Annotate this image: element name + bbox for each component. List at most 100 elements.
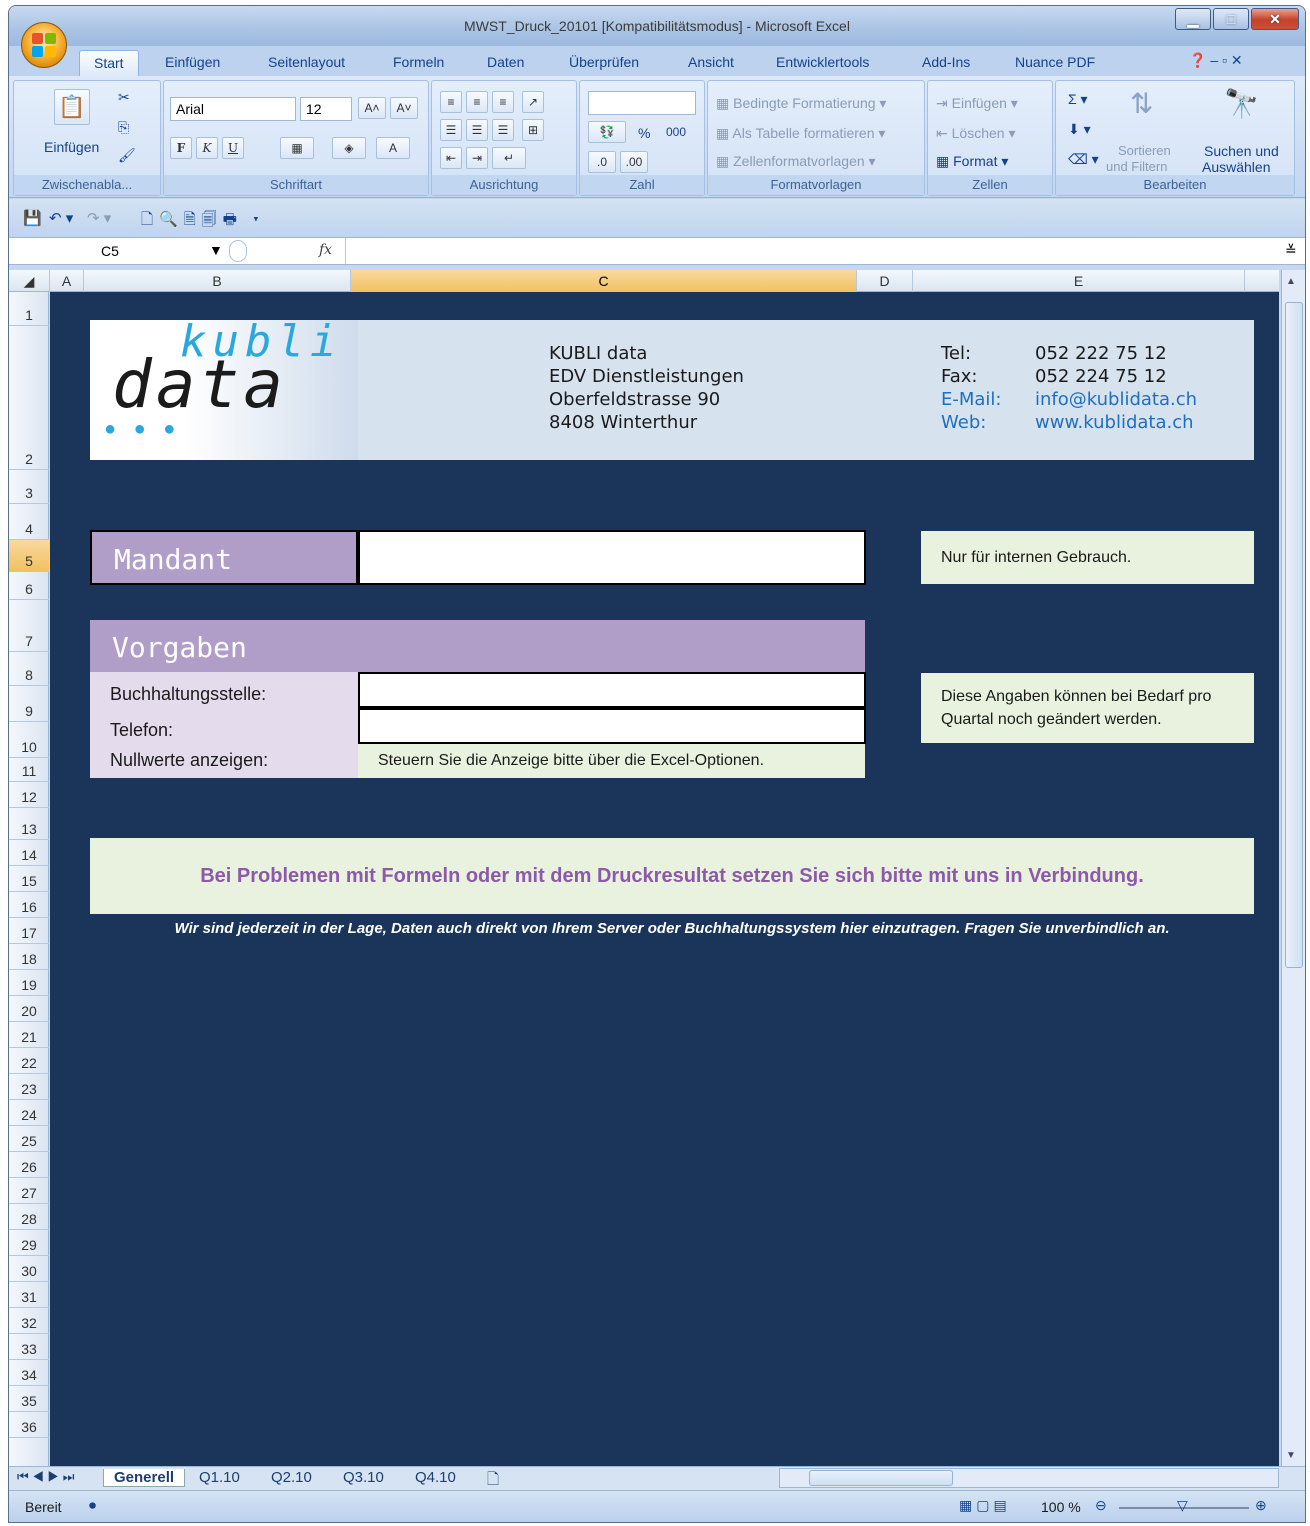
sheet-nav-icons[interactable]: ⏮ ◀ ▶ ⏭ [17,1469,74,1485]
row-header[interactable]: 25 [9,1126,49,1152]
row-header[interactable]: 18 [9,944,49,970]
decrease-decimal-icon[interactable]: .00 [620,151,648,173]
row-header[interactable]: 35 [9,1386,49,1412]
sort-filter-icon[interactable]: ⇅ [1130,87,1153,120]
horizontal-scroll-thumb[interactable] [809,1470,953,1486]
row-header[interactable]: 26 [9,1152,49,1178]
align-center-icon[interactable]: ☰ [466,119,488,141]
row-header[interactable]: 16 [9,892,49,918]
save-icon[interactable]: 💾 [23,209,42,227]
vertical-scrollbar[interactable]: ▲ ▼ [1281,270,1305,1466]
thousands-button[interactable]: 000 [666,125,686,139]
scroll-thumb[interactable] [1285,302,1303,968]
sort-filter-label2[interactable]: und Filtern [1106,159,1167,174]
row-header[interactable]: 27 [9,1178,49,1204]
row-header[interactable]: 36 [9,1412,49,1438]
scroll-up-icon[interactable]: ▲ [1286,276,1296,287]
row-header[interactable]: 10 [9,722,49,758]
row-header[interactable]: 13 [9,808,49,840]
view-buttons[interactable]: ▦▢▤ [959,1497,1011,1514]
row-header[interactable]: 30 [9,1256,49,1282]
row-header[interactable]: 5 [9,540,49,572]
tab-formeln[interactable]: Formeln [393,54,444,70]
tab-start[interactable]: Start [79,50,139,78]
row-header[interactable]: 4 [9,504,49,540]
row-header[interactable]: 19 [9,970,49,996]
web-link[interactable]: www.kublidata.ch [1035,411,1197,434]
fill-icon[interactable]: ⬇ ▾ [1068,121,1091,138]
row-header[interactable]: 34 [9,1360,49,1386]
row-header[interactable]: 6 [9,572,49,600]
border-icon[interactable]: ▦ [280,137,314,159]
row-header[interactable]: 24 [9,1100,49,1126]
tab-seitenlayout[interactable]: Seitenlayout [268,54,345,70]
cell-styles-button[interactable]: ▦ Zellenformatvorlagen ▾ [716,153,876,170]
mandant-input[interactable] [358,530,866,585]
tab-nuance-pdf[interactable]: Nuance PDF [1015,54,1095,70]
paste-button[interactable]: Einfügen [44,139,99,155]
align-left-icon[interactable]: ☰ [440,119,462,141]
paste-icon[interactable]: 📋 [54,89,90,125]
decrease-indent-icon[interactable]: ⇤ [440,147,462,169]
row-header[interactable]: 22 [9,1048,49,1074]
sheet-tab-q1[interactable]: Q1.10 [199,1469,240,1486]
number-format-select[interactable] [588,91,696,115]
format-as-table-button[interactable]: ▦ Als Tabelle formatieren ▾ [716,125,885,142]
worksheet[interactable]: kubli data ● ● ● KUBLI data EDV Dienstle… [50,292,1279,1466]
row-header[interactable]: 29 [9,1230,49,1256]
help-icon[interactable]: ❓ – ▫ ✕ [1189,52,1243,69]
telefon-input[interactable] [358,708,866,744]
row-header[interactable]: 15 [9,866,49,892]
redo-icon[interactable]: ↷ ▾ [87,209,111,227]
find-select-label2[interactable]: Auswählen [1202,159,1271,175]
find-icon[interactable]: 🔭 [1224,87,1259,120]
italic-button[interactable]: K [196,137,218,159]
row-header[interactable]: 1 [9,292,49,326]
insert-cells-button[interactable]: ⇥ Einfügen ▾ [936,95,1018,112]
close-button[interactable]: ✕ [1251,8,1299,30]
select-all-corner[interactable]: ◢ [9,270,50,292]
row-header[interactable]: 3 [9,470,49,504]
zoom-slider-handle-icon[interactable]: ▽ [1177,1497,1188,1514]
bold-button[interactable]: F [170,137,192,159]
conditional-formatting-button[interactable]: ▦ Bedingte Formatierung ▾ [716,95,886,112]
delete-cells-button[interactable]: ⇤ Löschen ▾ [936,125,1015,142]
maximize-button[interactable]: □ [1213,8,1249,30]
shrink-font-icon[interactable]: A˅ [390,97,418,119]
row-header[interactable]: 31 [9,1282,49,1308]
sheet-tab-q3[interactable]: Q3.10 [343,1469,384,1486]
align-right-icon[interactable]: ☰ [492,119,514,141]
row-header[interactable]: 7 [9,600,49,652]
row-header[interactable]: 20 [9,996,49,1022]
copy-icon[interactable]: ⎘ [118,119,129,136]
tab-daten[interactable]: Daten [487,54,524,70]
row-header[interactable]: 17 [9,918,49,944]
row-header[interactable]: 14 [9,840,49,866]
sheet-tab-q2[interactable]: Q2.10 [271,1469,312,1486]
font-size-select[interactable]: 12 [300,97,352,121]
minimize-button[interactable]: ▁ [1175,8,1211,30]
namebox-dropdown-icon[interactable]: ▼ [209,242,223,258]
function-icon[interactable]: fx [319,242,332,258]
row-header[interactable]: 11 [9,758,49,782]
autosum-icon[interactable]: Σ ▾ [1068,91,1088,108]
tab-addins[interactable]: Add-Ins [922,54,970,70]
fill-color-icon[interactable]: ◈ [332,137,366,159]
row-header[interactable]: 23 [9,1074,49,1100]
tab-einfuegen[interactable]: Einfügen [165,54,220,70]
align-bottom-icon[interactable]: ≡ [492,91,514,113]
row-header[interactable]: 2 [9,326,49,470]
increase-indent-icon[interactable]: ⇥ [466,147,488,169]
row-header[interactable]: 8 [9,652,49,686]
increase-decimal-icon[interactable]: .0 [588,151,616,173]
undo-icon[interactable]: ↶ ▾ [49,209,73,227]
name-box[interactable]: C5 [17,240,227,264]
wrap-icon[interactable]: ↵ [492,147,526,169]
scroll-down-icon[interactable]: ▼ [1286,1450,1296,1461]
sort-filter-label1[interactable]: Sortieren [1118,143,1171,158]
row-header[interactable]: 32 [9,1308,49,1334]
macro-record-icon[interactable]: ⏺ [89,1497,96,1514]
currency-icon[interactable]: 💱 [588,121,626,143]
row-header[interactable]: 12 [9,782,49,808]
expand-formula-icon[interactable]: ≚ [1285,242,1297,259]
